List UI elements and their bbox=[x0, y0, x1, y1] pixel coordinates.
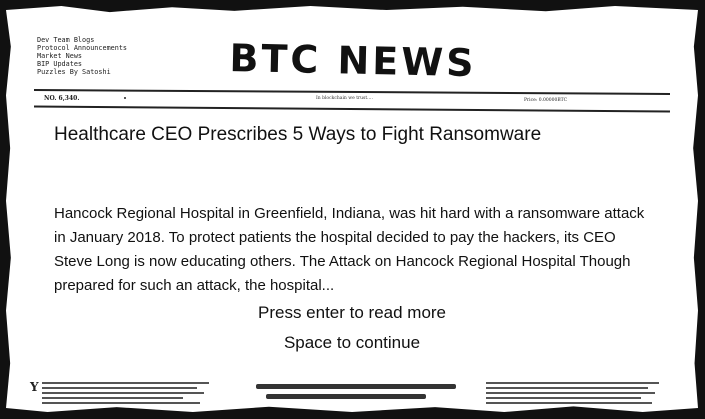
price-readout: Price: 0.00000BTC bbox=[524, 98, 568, 103]
menu-item-puzzles-by-satoshi[interactable]: Puzzles By Satoshi bbox=[37, 68, 127, 76]
continue-prompt[interactable]: Space to continue bbox=[6, 333, 698, 353]
article-excerpt: Hancock Regional Hospital in Greenfield,… bbox=[54, 205, 645, 294]
read-more-prompt[interactable]: Press enter to read more bbox=[6, 303, 698, 323]
menu-item-market-news[interactable]: Market News bbox=[37, 52, 127, 60]
menu-item-dev-team-blogs[interactable]: Dev Team Blogs bbox=[37, 36, 127, 44]
issue-number: NO. 6,340. bbox=[44, 95, 80, 102]
section-menu: Dev Team Blogs Protocol Announcements Ma… bbox=[37, 36, 127, 76]
masthead-rule-top bbox=[33, 89, 671, 95]
newsprint-decoration: Y bbox=[28, 379, 668, 412]
menu-item-bip-updates[interactable]: BIP Updates bbox=[37, 60, 127, 68]
masthead-title: BTC NEWS bbox=[229, 36, 477, 86]
newsprint-column-right bbox=[486, 379, 666, 411]
strip-dot bbox=[124, 97, 126, 99]
article-headline[interactable]: Healthcare CEO Prescribes 5 Ways to Figh… bbox=[54, 124, 541, 146]
menu-item-protocol-announcements[interactable]: Protocol Announcements bbox=[37, 44, 127, 52]
masthead-rule-bottom bbox=[34, 105, 670, 113]
newsprint-headline-scrap bbox=[256, 384, 456, 410]
newsprint-column-left: Y bbox=[28, 379, 218, 411]
drop-cap-decoration: Y bbox=[30, 380, 39, 394]
strip-motto: In blockchain we trust.... bbox=[316, 96, 373, 101]
newspaper-page: Dev Team Blogs Protocol Announcements Ma… bbox=[6, 6, 698, 412]
